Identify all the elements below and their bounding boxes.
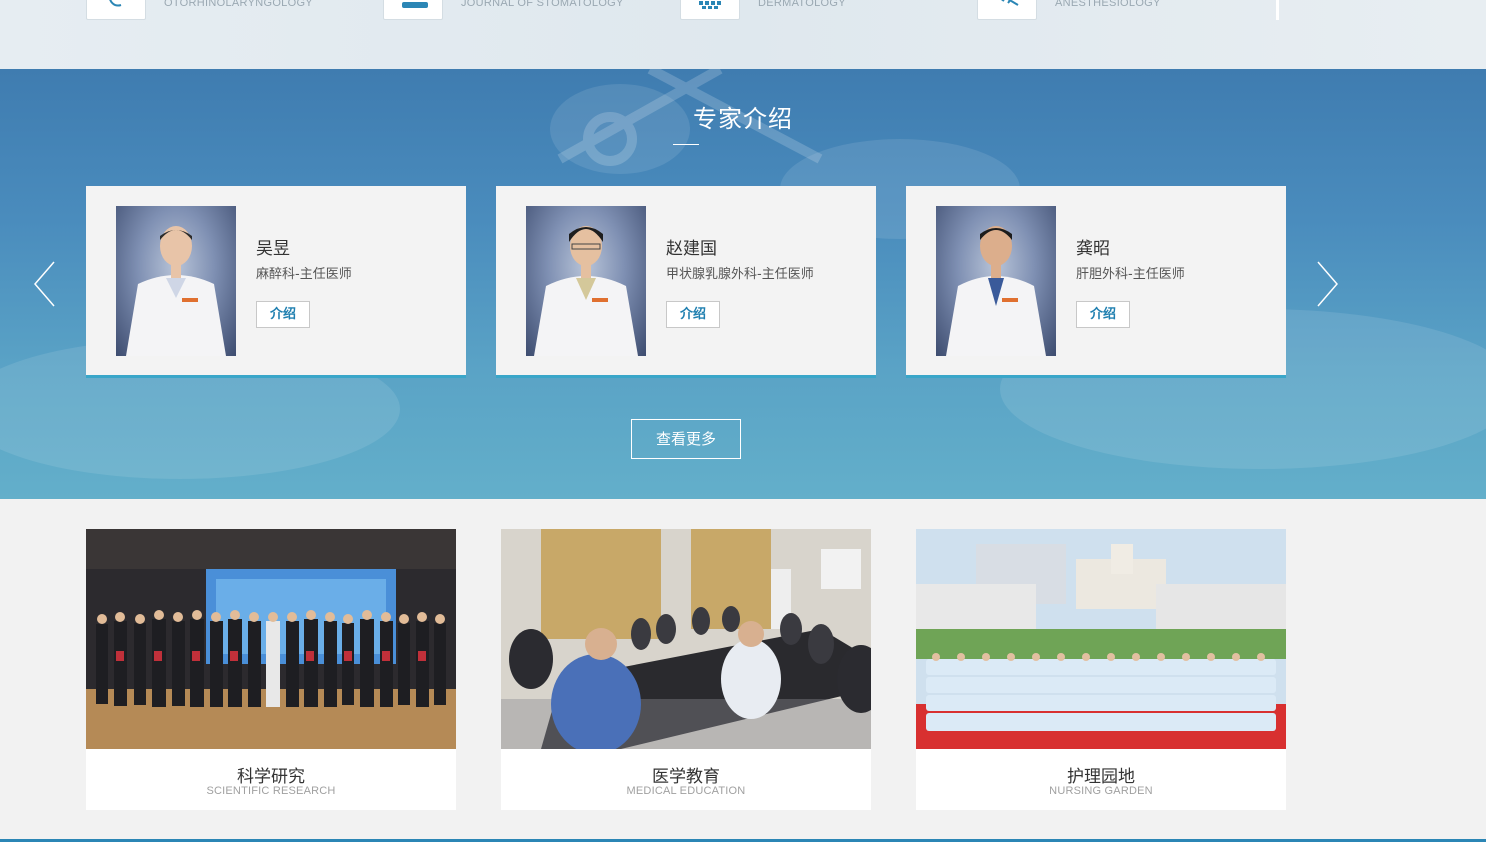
expert-name: 龚昭: [1076, 239, 1110, 259]
prev-arrow-icon[interactable]: [30, 259, 60, 309]
feature-subtitle: SCIENTIFIC RESEARCH: [206, 785, 336, 797]
expert-card[interactable]: 赵建国 甲状腺乳腺外科-主任医师 介绍: [496, 186, 876, 378]
department-name: DERMATOLOGY: [758, 0, 846, 9]
feature-card-education[interactable]: 医学教育 MEDICAL EDUCATION: [501, 529, 871, 810]
syringe-icon: [977, 0, 1037, 20]
expert-photo: [936, 206, 1056, 356]
expert-card[interactable]: 龚昭 肝胆外科-主任医师 介绍: [906, 186, 1286, 378]
expert-name: 吴昱: [256, 239, 290, 259]
feature-subtitle: MEDICAL EDUCATION: [626, 785, 746, 797]
intro-button[interactable]: 介绍: [1076, 301, 1130, 328]
feature-title: 科学研究: [237, 767, 305, 787]
feature-card-nursing[interactable]: 护理园地 NURSING GARDEN: [916, 529, 1286, 810]
skin-cells-icon: [680, 0, 740, 20]
dental-chair-icon: [383, 0, 443, 20]
research-photo: [86, 529, 456, 749]
expert-card[interactable]: 吴昱 麻醉科-主任医师 介绍: [86, 186, 466, 378]
intro-button[interactable]: 介绍: [666, 301, 720, 328]
feature-title: 医学教育: [652, 767, 720, 787]
nursing-photo: [916, 529, 1286, 749]
feature-card-research[interactable]: 科学研究 SCIENTIFIC RESEARCH: [86, 529, 456, 810]
expert-title: 麻醉科-主任医师: [256, 267, 352, 282]
experts-section: 专家介绍 吴昱 麻醉科-主任医师 介绍 赵建国 甲状腺乳腺外科-主任医师 介绍 …: [0, 69, 1486, 499]
title-underline: [673, 144, 699, 145]
expert-title: 甲状腺乳腺外科-主任医师: [666, 267, 814, 282]
department-name: OTORHINOLARYNGOLOGY: [164, 0, 313, 9]
expert-title: 肝胆外科-主任医师: [1076, 267, 1185, 282]
department-strip: OTORHINOLARYNGOLOGY JOURNAL OF STOMATOLO…: [0, 0, 1486, 69]
feature-title: 护理园地: [1067, 767, 1135, 787]
department-name: JOURNAL OF STOMATOLOGY: [461, 0, 624, 9]
divider: [1276, 0, 1279, 20]
expert-photo: [116, 206, 236, 356]
expert-photo: [526, 206, 646, 356]
education-photo: [501, 529, 871, 749]
feature-subtitle: NURSING GARDEN: [1049, 785, 1153, 797]
ear-icon: [86, 0, 146, 20]
view-more-button[interactable]: 查看更多: [631, 419, 741, 459]
section-title: 专家介绍: [693, 105, 793, 133]
next-arrow-icon[interactable]: [1312, 259, 1342, 309]
department-name: ANESTHESIOLOGY: [1055, 0, 1161, 9]
expert-name: 赵建国: [666, 239, 717, 259]
intro-button[interactable]: 介绍: [256, 301, 310, 328]
